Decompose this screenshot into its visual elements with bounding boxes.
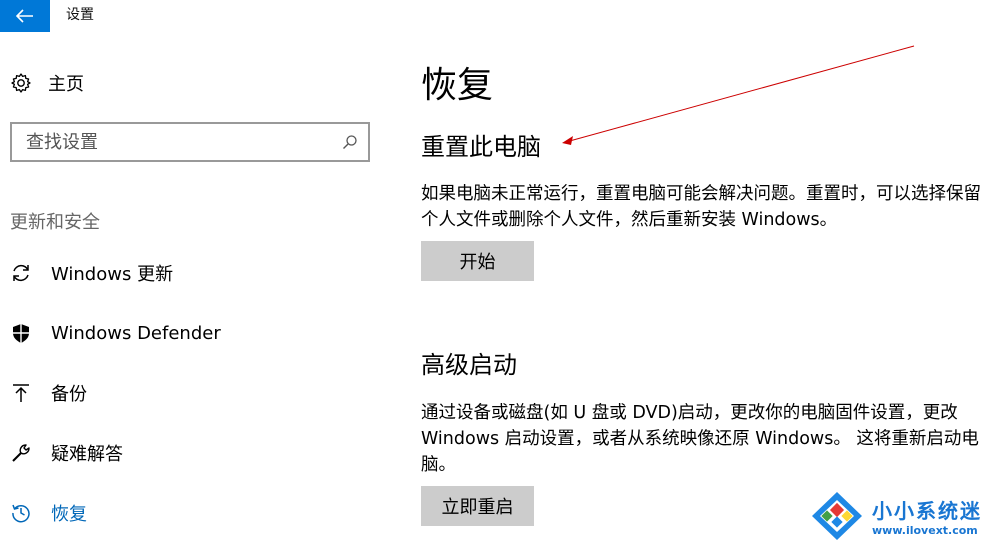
sidebar-item-label: 疑难解答	[51, 444, 123, 465]
watermark-title: 小小系统迷	[872, 499, 982, 523]
page-title: 恢复	[421, 65, 494, 106]
sidebar-item-label: Windows Defender	[51, 322, 221, 344]
sidebar-home-label: 主页	[48, 74, 84, 95]
wrench-icon	[10, 442, 32, 464]
watermark-url: www.ilovext.com	[872, 524, 978, 537]
sidebar-item-label: 恢复	[51, 504, 87, 525]
history-icon	[10, 502, 32, 524]
section-title: 更新和安全	[10, 212, 100, 233]
advanced-startup-description: 通过设备或磁盘(如 U 盘或 DVD)启动，更改你的电脑固件设置，更改 Wind…	[421, 403, 979, 475]
sidebar-item-windows-update[interactable]: Windows 更新	[10, 257, 173, 289]
sidebar-item-label: Windows 更新	[51, 264, 174, 285]
sidebar-item-windows-defender[interactable]: Windows Defender	[10, 317, 221, 349]
get-started-button[interactable]: 开始	[421, 241, 534, 281]
search-box[interactable]	[10, 122, 370, 162]
sidebar-item-troubleshoot[interactable]: 疑难解答	[10, 437, 123, 469]
diamond-logo-icon	[812, 492, 862, 540]
sidebar-home[interactable]: 主页	[10, 68, 84, 98]
sync-icon	[10, 262, 32, 284]
gear-icon	[11, 73, 31, 93]
sidebar-item-backup[interactable]: 备份	[10, 377, 87, 409]
reset-pc-description: 如果电脑未正常运行，重置电脑可能会解决问题。重置时，可以选择保留个人文件或删除个…	[421, 184, 981, 230]
back-button[interactable]	[0, 0, 50, 32]
sidebar-item-label: 备份	[51, 384, 87, 405]
backup-arrow-icon	[10, 382, 32, 404]
advanced-startup-heading: 高级启动	[421, 351, 517, 379]
restart-now-button[interactable]: 立即重启	[421, 486, 534, 526]
shield-icon	[10, 322, 32, 344]
window-title: 设置	[66, 7, 94, 23]
back-arrow-icon	[16, 9, 33, 23]
search-input[interactable]	[26, 131, 342, 153]
sidebar-item-recovery[interactable]: 恢复	[10, 497, 87, 529]
reset-pc-heading: 重置此电脑	[421, 133, 541, 161]
search-icon[interactable]	[342, 134, 358, 150]
watermark-logo: 小小系统迷 www.ilovext.com	[810, 490, 1000, 542]
